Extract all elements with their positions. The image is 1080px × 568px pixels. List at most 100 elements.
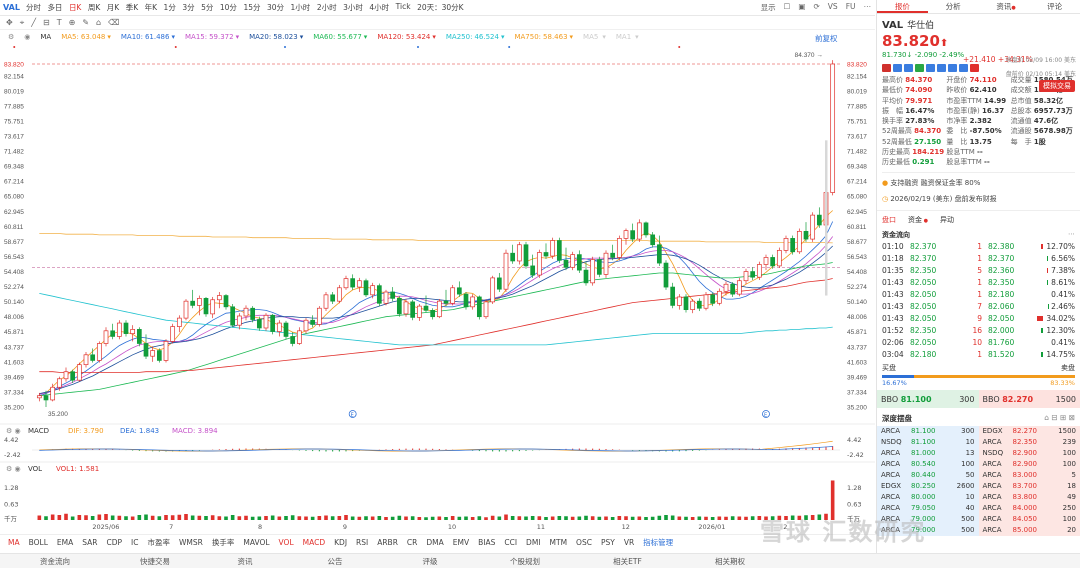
dropdown-icon[interactable]: ▾ [107, 33, 111, 43]
depth-row[interactable]: ARCA 85.000 20 [978, 525, 1080, 537]
heart-icon[interactable] [970, 64, 979, 72]
section-tab-2[interactable]: 异动 [940, 215, 954, 225]
options-icon[interactable] [893, 64, 902, 72]
ruler-icon[interactable]: ⊟ [43, 18, 50, 27]
depth-row[interactable]: ARCA 81.100 300 [877, 426, 979, 438]
line-tool-icon[interactable]: ╱ [31, 18, 36, 27]
ma-legend-item[interactable]: MA60: 55.677 ▾ [313, 33, 367, 43]
timeframe-14[interactable]: 2小时 [317, 2, 337, 13]
indicator-5[interactable]: IC [131, 538, 138, 547]
earnings-banner[interactable]: ◷ 2026/02/19 (美东) 盘前发布财报 [882, 194, 1075, 204]
ma-legend-item[interactable]: MA1 ▾ [616, 33, 639, 43]
indicator-18[interactable]: BIAS [478, 538, 495, 547]
timeframe-18[interactable]: 20天：30分K [417, 2, 464, 13]
footer-item[interactable]: 个股规划 [480, 556, 570, 567]
timeframe-16[interactable]: 4小时 [369, 2, 389, 13]
delete-icon[interactable]: ⌫ [108, 18, 119, 27]
indicator-9[interactable]: MAVOL [243, 538, 269, 547]
dropdown-icon[interactable]: ▾ [432, 33, 436, 43]
indicator-8[interactable]: 换手率 [212, 537, 235, 548]
indicator-19[interactable]: CCI [504, 538, 517, 547]
depth-row[interactable]: ARCA 80.440 50 [877, 470, 979, 482]
side-tab-3[interactable]: 评论 [1029, 0, 1080, 13]
cursor-icon[interactable]: ⌖ [20, 18, 25, 28]
depth-tools-icon[interactable]: ⌂ ⊟ ⊞ ⊠ [1044, 413, 1075, 424]
indicator-24[interactable]: VR [624, 538, 634, 547]
depth-row[interactable]: NSDQ 81.100 10 [877, 437, 979, 449]
dropdown-icon[interactable]: ▾ [635, 33, 639, 43]
dropdown-icon[interactable]: ▾ [602, 33, 606, 43]
fu-button[interactable]: FU [846, 2, 856, 13]
ma-legend-item[interactable]: MA10: 61.486 ▾ [121, 33, 175, 43]
timeframe-11[interactable]: 15分 [243, 2, 260, 13]
indicator-13[interactable]: RSI [356, 538, 368, 547]
timeframe-15[interactable]: 3小时 [343, 2, 363, 13]
bbo-bid[interactable]: BBO 81.100 300 [877, 390, 979, 409]
timeframe-12[interactable]: 30分 [267, 2, 284, 13]
ma-legend-item[interactable]: MA20: 58.023 ▾ [249, 33, 303, 43]
vs-button[interactable]: VS [828, 2, 838, 13]
depth-row[interactable]: ARCA 83.800 49 [978, 492, 1080, 504]
timeframe-9[interactable]: 5分 [201, 2, 213, 13]
section-tab-0[interactable]: 盘口 [882, 215, 896, 225]
indicator-6[interactable]: 市盈率 [147, 537, 170, 548]
depth-row[interactable]: NSDQ 82.900 100 [978, 448, 1080, 460]
dropdown-icon[interactable]: ▾ [501, 33, 505, 43]
ma-legend-item[interactable]: MA5 ▾ [583, 33, 606, 43]
more-icon[interactable]: ⋯ [864, 2, 872, 13]
checkbox-icon[interactable]: ☐ [784, 2, 791, 13]
footer-item[interactable]: 资讯 [200, 556, 290, 567]
settings-icon[interactable]: ⋯ [1068, 230, 1075, 240]
depth-row[interactable]: ARCA 79.000 500 [877, 525, 979, 537]
indicator-25[interactable]: 指标管理 [643, 537, 673, 548]
dropdown-icon[interactable]: ▾ [236, 33, 240, 43]
display-menu[interactable]: 显示 [761, 2, 776, 13]
timeframe-13[interactable]: 1小时 [291, 2, 311, 13]
margin-banner[interactable]: ● 支持融资 融资保证金率 80% [882, 178, 1075, 188]
info-icon[interactable] [959, 64, 968, 72]
bbo-ask[interactable]: BBO 82.270 1500 [978, 390, 1080, 409]
eye-icon[interactable]: ◉ [24, 33, 30, 43]
depth-row[interactable]: ARCA 81.000 13 [877, 448, 979, 460]
indicator-15[interactable]: CR [407, 538, 417, 547]
indicator-0[interactable]: MA [8, 538, 20, 547]
indicator-21[interactable]: MTM [550, 538, 568, 547]
timeframe-10[interactable]: 10分 [220, 2, 237, 13]
ma-legend-item[interactable]: MA5: 63.048 ▾ [61, 33, 111, 43]
chart-icon[interactable] [904, 64, 913, 72]
indicator-2[interactable]: EMA [57, 538, 73, 547]
indicator-14[interactable]: ARBR [377, 538, 398, 547]
etf-icon[interactable] [948, 64, 957, 72]
depth-row[interactable]: ARCA 84.000 250 [978, 503, 1080, 515]
short-icon[interactable] [937, 64, 946, 72]
indicator-16[interactable]: DMA [426, 538, 443, 547]
depth-row[interactable]: ARCA 83.700 18 [978, 481, 1080, 493]
settings-icon[interactable]: ⚙ [8, 33, 14, 43]
sim-trade-button[interactable]: 模拟交易 [1039, 80, 1075, 92]
ma-legend-item[interactable]: MA15: 59.372 ▾ [185, 33, 239, 43]
dropdown-icon[interactable]: ▾ [300, 33, 304, 43]
refresh-icon[interactable]: ⟳ [813, 2, 819, 13]
timeframe-4[interactable]: 月K [107, 2, 119, 13]
adjust-mode-button[interactable]: 前复权 [815, 33, 838, 44]
timeframe-1[interactable]: 多日 [47, 2, 62, 13]
ma-legend-item[interactable]: MA750: 58.463 ▾ [514, 33, 573, 43]
dropdown-icon[interactable]: ▾ [171, 33, 175, 43]
depth-row[interactable]: EDGX 80.250 2600 [877, 481, 979, 493]
timeframe-0[interactable]: 分时 [26, 2, 41, 13]
indicator-17[interactable]: EMV [453, 538, 469, 547]
margin-icon[interactable] [926, 64, 935, 72]
side-tab-0[interactable]: 报价 [877, 0, 928, 13]
footer-item[interactable]: 相关ETF [570, 556, 685, 567]
indicator-12[interactable]: KDJ [334, 538, 347, 547]
footer-item[interactable]: 评级 [380, 556, 480, 567]
depth-row[interactable]: ARCA 82.350 239 [978, 437, 1080, 449]
price-chart[interactable]: 83.820 83.820 82.154 82.154 80.019 80.019 77.8… [0, 44, 875, 534]
depth-row[interactable]: ARCA 84.050 100 [978, 514, 1080, 526]
depth-row[interactable]: ARCA 79.050 40 [877, 503, 979, 515]
pen-tool-icon[interactable]: ✎ [82, 18, 89, 27]
timeframe-8[interactable]: 3分 [182, 2, 194, 13]
side-tab-1[interactable]: 分析 [928, 0, 979, 13]
footer-item[interactable]: 公告 [290, 556, 380, 567]
indicator-4[interactable]: CDP [106, 538, 122, 547]
